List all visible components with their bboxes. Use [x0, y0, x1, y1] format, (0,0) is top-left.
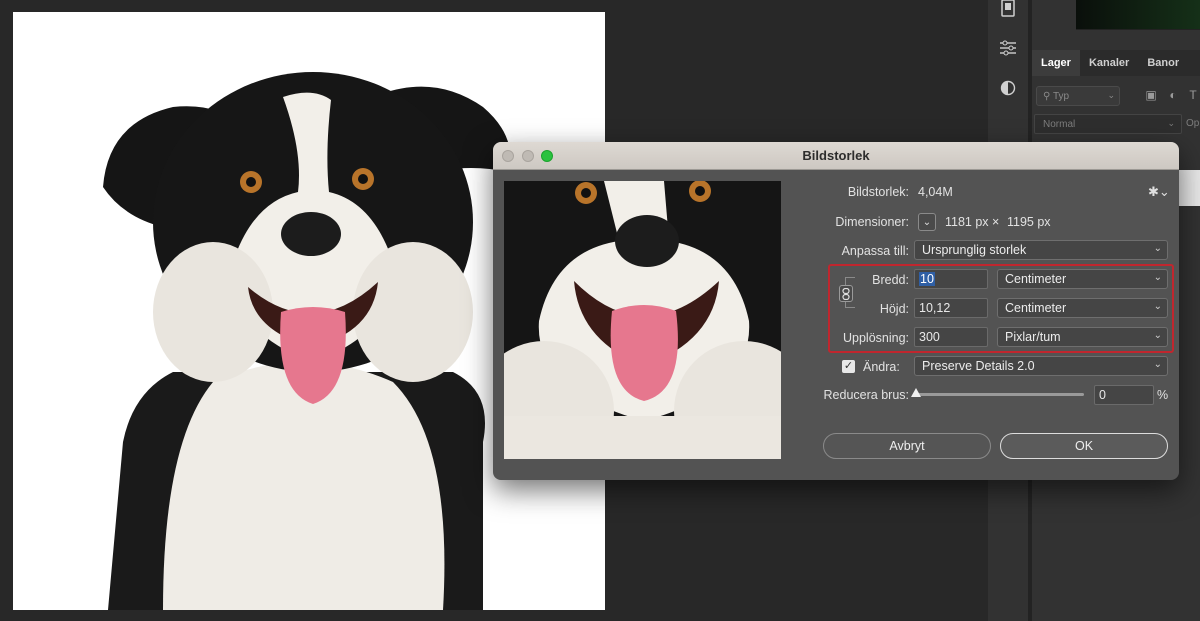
- adjustment-filter-icon[interactable]: ◐: [1166, 88, 1180, 102]
- dialog-titlebar[interactable]: Bildstorlek: [493, 142, 1179, 170]
- image-filter-icon[interactable]: ▣: [1144, 88, 1158, 102]
- resolution-label: Upplösning:: [842, 331, 909, 345]
- adjustments-icon[interactable]: [996, 36, 1020, 60]
- blend-row: Normal ⌄ Op: [1032, 114, 1200, 134]
- chevron-down-icon: ⌄: [922, 217, 932, 228]
- styles-icon[interactable]: [996, 76, 1020, 100]
- blend-mode-select[interactable]: Normal ⌄: [1034, 114, 1182, 134]
- reduce-noise-unit: %: [1157, 388, 1169, 402]
- height-input[interactable]: 10,12: [914, 298, 988, 318]
- dialog-title: Bildstorlek: [802, 148, 870, 163]
- chevron-down-icon: ⌄: [1107, 90, 1115, 100]
- height-value: 10,12: [919, 301, 951, 315]
- fit-to-value: Ursprunglig storlek: [922, 243, 1027, 257]
- width-unit-select[interactable]: Centimeter ⌄: [997, 269, 1168, 289]
- width-value: 10: [919, 272, 935, 286]
- fit-to-select[interactable]: Ursprunglig storlek ⌄: [914, 240, 1168, 260]
- chevron-down-icon: ⌄: [1167, 118, 1175, 128]
- reduce-noise-input[interactable]: 0: [1094, 385, 1154, 405]
- reduce-noise-label: Reducera brus:: [823, 388, 909, 402]
- dog-preview-photo: [504, 181, 781, 459]
- resolution-input[interactable]: 300: [914, 327, 988, 347]
- resample-label: Ändra:: [863, 360, 900, 374]
- width-unit-value: Centimeter: [1005, 272, 1067, 286]
- dimensions-label: Dimensioner:: [835, 215, 909, 229]
- filter-type-select[interactable]: ⚲ Typ ⌄: [1036, 86, 1120, 106]
- image-preview[interactable]: [504, 181, 781, 459]
- resolution-value: 300: [919, 330, 940, 344]
- resolution-unit-value: Pixlar/tum: [1005, 330, 1061, 344]
- type-filter-icon[interactable]: T: [1186, 88, 1200, 102]
- dimensions-separator: ×: [992, 215, 1000, 229]
- dimensions-width-value: 1181 px: [945, 215, 989, 229]
- dimensions-height-value: 1195 px: [1007, 215, 1051, 229]
- resample-method-select[interactable]: Preserve Details 2.0 ⌄: [914, 356, 1168, 376]
- chevron-down-icon: ⌄: [1153, 243, 1162, 254]
- chevron-down-icon: ⌄: [1153, 272, 1162, 283]
- resolution-unit-select[interactable]: Pixlar/tum ⌄: [997, 327, 1168, 347]
- resample-method-value: Preserve Details 2.0: [922, 359, 1035, 373]
- image-size-dialog: Bildstorlek Bildstorlek: 4,04M ✱⌄ Dimens…: [493, 142, 1179, 480]
- search-icon: ⚲: [1043, 91, 1051, 102]
- dimensions-unit-toggle[interactable]: ⌄: [918, 213, 936, 231]
- height-unit-select[interactable]: Centimeter ⌄: [997, 298, 1168, 318]
- ok-button[interactable]: OK: [1000, 433, 1168, 459]
- checkmark-icon: ✓: [843, 360, 854, 372]
- layer-filter-row: ⚲ Typ ⌄ ▣ ◐ T: [1036, 86, 1200, 106]
- libraries-icon[interactable]: [996, 0, 1020, 20]
- opacity-label: Op: [1186, 118, 1200, 129]
- reduce-noise-slider-thumb[interactable]: [911, 388, 921, 397]
- cancel-button[interactable]: Avbryt: [823, 433, 991, 459]
- gear-icon[interactable]: ✱⌄: [1148, 184, 1170, 200]
- tab-channels[interactable]: Kanaler: [1080, 50, 1138, 76]
- tab-paths[interactable]: Banor: [1138, 50, 1188, 76]
- blend-mode-value: Normal: [1043, 119, 1076, 130]
- chevron-down-icon: ⌄: [1153, 301, 1162, 312]
- reduce-noise-value: 0: [1099, 388, 1106, 402]
- reduce-noise-slider-track[interactable]: [916, 393, 1084, 396]
- chevron-down-icon: ⌄: [1153, 359, 1162, 370]
- image-size-label: Bildstorlek:: [847, 185, 909, 199]
- tab-layers[interactable]: Lager: [1032, 50, 1080, 76]
- height-unit-value: Centimeter: [1005, 301, 1067, 315]
- width-label: Bredd:: [872, 273, 909, 287]
- layer-thumbnail: [1178, 170, 1200, 206]
- panel-tabs: Lager Kanaler Banor: [1032, 50, 1200, 76]
- fit-to-label: Anpassa till:: [841, 244, 909, 258]
- resample-checkbox[interactable]: ✓: [842, 360, 855, 373]
- image-size-value: 4,04M: [918, 185, 953, 199]
- filter-type-label: Typ: [1052, 91, 1070, 102]
- width-input[interactable]: 10: [914, 269, 988, 289]
- height-label: Höjd:: [879, 302, 909, 316]
- navigator-preview: [1076, 0, 1200, 30]
- constrain-proportions-link-icon[interactable]: [839, 285, 853, 302]
- chevron-down-icon: ⌄: [1153, 330, 1162, 341]
